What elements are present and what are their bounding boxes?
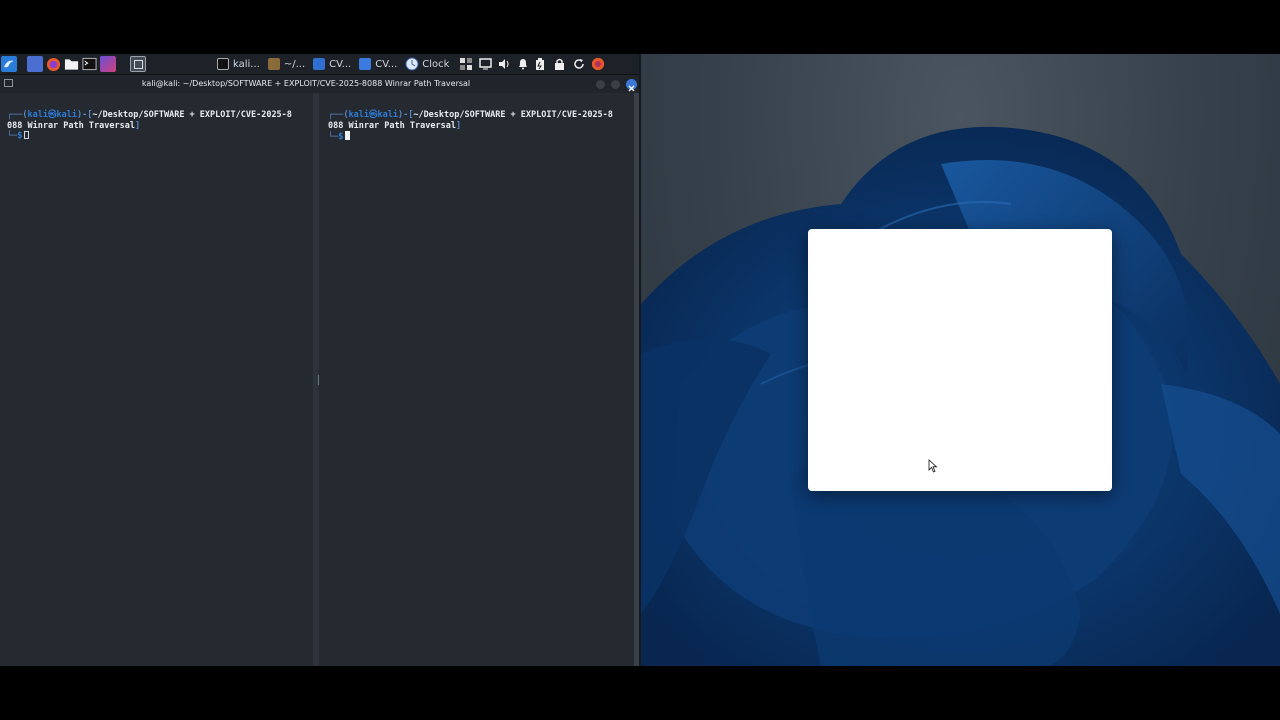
prompt-host: kali <box>56 110 77 120</box>
close-button[interactable] <box>626 79 637 92</box>
lock-icon[interactable] <box>554 56 565 72</box>
blank-dialog-window[interactable] <box>808 229 1112 491</box>
battery-icon[interactable] <box>535 56 545 72</box>
terminal-cursor <box>24 131 30 139</box>
prompt-path-line2: 088 Winrar Path Traversal <box>328 120 456 131</box>
folder-icon <box>313 58 326 70</box>
mouse-cursor-icon <box>928 459 938 473</box>
kali-menu-icon[interactable] <box>1 56 17 72</box>
terminal-pane-left[interactable]: ┌──(kali㉿kali)-[~/Desktop/SOFTWARE + EXP… <box>0 93 313 666</box>
browser-icon[interactable] <box>591 56 605 72</box>
windows-desktop[interactable] <box>641 54 1280 666</box>
workspace-switcher[interactable] <box>149 56 211 72</box>
volume-icon[interactable] <box>498 56 511 72</box>
task-folder-1[interactable]: CV... <box>311 56 353 72</box>
prompt-host: kali <box>377 110 398 120</box>
minimize-button[interactable] <box>596 80 605 89</box>
kali-vm-window: kali... ~/... CV... CV... Clock kali@kal… <box>0 54 639 666</box>
firefox-icon[interactable] <box>46 56 61 72</box>
right-terminal-output: ┌──(kali㉿kali)-[~/Desktop/SOFTWARE + EXP… <box>328 110 613 142</box>
terminal-pane-right[interactable]: ┌──(kali㉿kali)-[~/Desktop/SOFTWARE + EXP… <box>319 93 634 666</box>
folder-icon <box>359 58 372 70</box>
prompt-path-line1: ~/Desktop/SOFTWARE + EXPLOIT/CVE-2025-8 <box>413 110 613 120</box>
app-launcher-icon[interactable] <box>100 56 116 72</box>
task-terminal-1[interactable]: kali... <box>215 56 262 72</box>
letterbox-bottom <box>0 666 1280 720</box>
terminal-cursor-active <box>345 131 351 140</box>
task-terminal-2[interactable]: ~/... <box>266 56 307 72</box>
task-clock[interactable]: Clock <box>403 56 451 72</box>
left-terminal-output: ┌──(kali㉿kali)-[~/Desktop/SOFTWARE + EXP… <box>7 110 292 141</box>
prompt-path-line1: ~/Desktop/SOFTWARE + EXPLOIT/CVE-2025-8 <box>92 110 292 120</box>
terminal-icon <box>267 58 280 70</box>
maximize-button[interactable] <box>611 80 620 89</box>
terminal-icon <box>217 58 229 70</box>
display-icon[interactable] <box>479 56 493 72</box>
prompt-path-line2: 088 Winrar Path Traversal <box>7 120 135 131</box>
terminal-launcher-icon[interactable] <box>82 56 97 72</box>
terminal-titlebar[interactable]: kali@kali: ~/Desktop/SOFTWARE + EXPLOIT/… <box>0 75 639 93</box>
workspace-1-icon[interactable] <box>130 56 146 72</box>
network-icon[interactable] <box>459 56 473 72</box>
task-folder-2[interactable]: CV... <box>357 56 399 72</box>
top-panel: kali... ~/... CV... CV... Clock <box>0 54 639 75</box>
prompt-symbol: $ <box>338 132 344 142</box>
window-title: kali@kali: ~/Desktop/SOFTWARE + EXPLOIT/… <box>141 79 471 88</box>
prompt-user: kali <box>348 110 369 120</box>
file-manager-icon[interactable] <box>64 56 79 72</box>
refresh-icon[interactable] <box>573 56 585 72</box>
letterbox-top <box>0 0 1280 54</box>
notification-bell-icon[interactable] <box>517 56 529 72</box>
show-desktop-icon[interactable] <box>27 56 43 72</box>
prompt-symbol: $ <box>17 131 23 141</box>
clock-icon <box>405 57 419 71</box>
prompt-user: kali <box>27 110 48 120</box>
